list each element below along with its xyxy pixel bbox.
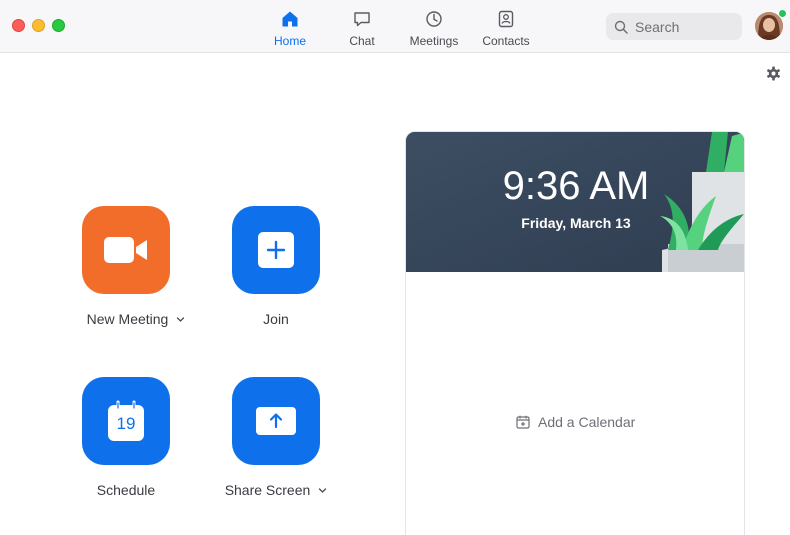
- video-camera-icon: [104, 237, 147, 263]
- title-bar: Home Chat Meetings Contacts Search: [0, 0, 790, 53]
- share-screen-text: Share Screen: [224, 482, 311, 498]
- new-meeting-label[interactable]: New Meeting: [76, 311, 196, 327]
- main-nav: Home Chat Meetings Contacts: [254, 0, 542, 53]
- schedule-button[interactable]: 19: [82, 377, 170, 465]
- search-icon: [614, 20, 628, 34]
- nav-tab-chat[interactable]: Chat: [326, 0, 398, 53]
- new-meeting-button[interactable]: [82, 206, 170, 294]
- upcoming-meetings-card: 9:36 AM Friday, March 13 Add a Calendar: [405, 131, 745, 535]
- search-placeholder: Search: [635, 18, 680, 35]
- plus-icon: [258, 232, 294, 268]
- chevron-down-icon[interactable]: [176, 315, 185, 324]
- home-icon: [282, 11, 298, 27]
- add-calendar-text: Add a Calendar: [538, 414, 636, 430]
- clock-banner: 9:36 AM Friday, March 13: [406, 132, 744, 272]
- nav-tab-label: Meetings: [409, 34, 459, 48]
- join-text: Join: [263, 311, 289, 327]
- nav-tab-meetings[interactable]: Meetings: [398, 0, 470, 53]
- clock-icon: [426, 11, 442, 27]
- share-screen-label[interactable]: Share Screen: [206, 482, 346, 498]
- share-screen-button[interactable]: [232, 377, 320, 465]
- join-label[interactable]: Join: [216, 311, 336, 327]
- chat-bubble-icon: [354, 12, 370, 27]
- gear-icon[interactable]: [766, 66, 781, 81]
- search-input[interactable]: Search: [606, 13, 742, 40]
- schedule-text: Schedule: [96, 482, 156, 498]
- calendar-day-number: 19: [116, 414, 136, 433]
- schedule-label[interactable]: Schedule: [66, 482, 186, 498]
- add-calendar-link[interactable]: Add a Calendar: [516, 414, 635, 430]
- window-close-button[interactable]: [12, 19, 25, 32]
- nav-tab-label: Chat: [349, 34, 375, 48]
- current-date: Friday, March 13: [521, 215, 631, 231]
- window-maximize-button[interactable]: [52, 19, 65, 32]
- join-button[interactable]: [232, 206, 320, 294]
- share-arrow-icon: [256, 407, 296, 435]
- presence-indicator: [778, 9, 787, 18]
- current-time: 9:36 AM: [502, 164, 650, 208]
- nav-tab-label: Home: [273, 34, 306, 48]
- nav-tab-home[interactable]: Home: [254, 0, 326, 53]
- new-meeting-text: New Meeting: [86, 311, 169, 327]
- contact-card-icon: [498, 10, 514, 28]
- chevron-down-icon[interactable]: [318, 486, 327, 495]
- calendar-add-icon: [516, 415, 530, 429]
- nav-tab-contacts[interactable]: Contacts: [470, 0, 542, 53]
- nav-tab-label: Contacts: [482, 34, 530, 48]
- window-minimize-button[interactable]: [32, 19, 45, 32]
